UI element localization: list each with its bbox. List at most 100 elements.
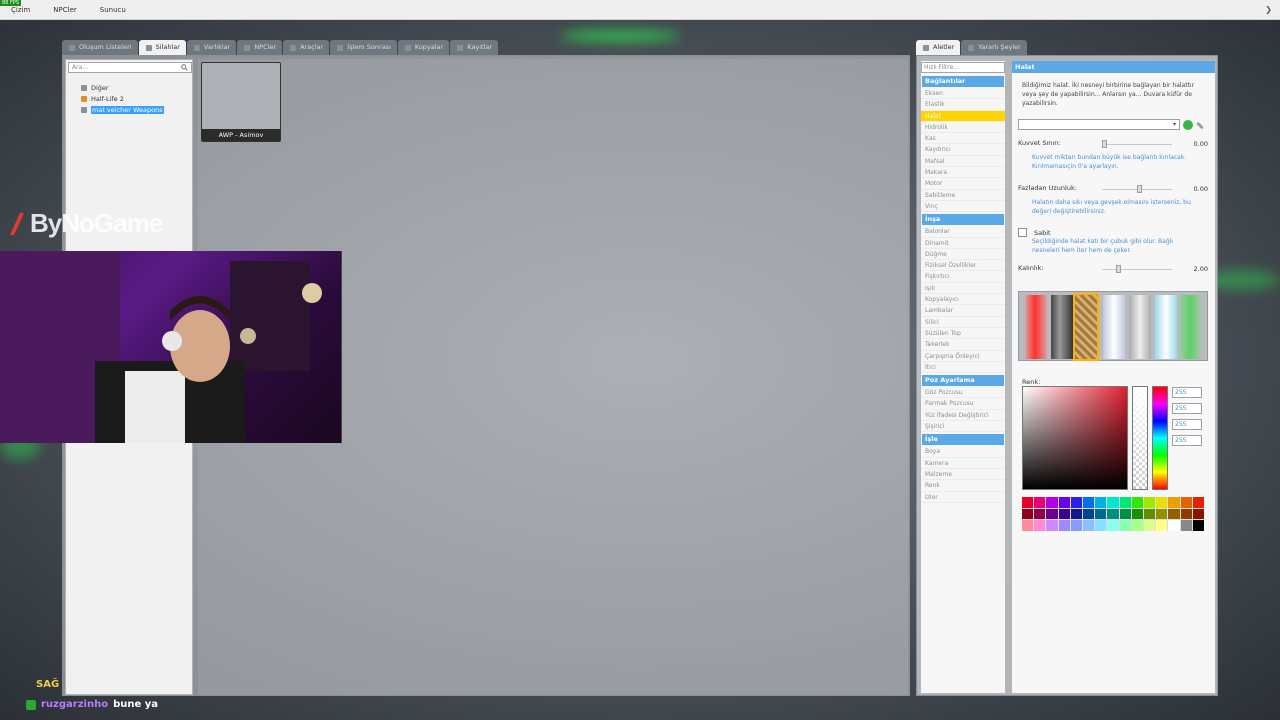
width-slider[interactable]: Kalınlık: 2.00 [1018,264,1208,274]
color-swatch[interactable] [1119,508,1131,520]
tool-item[interactable]: Elastik [921,99,1005,111]
color-swatch[interactable] [1180,520,1192,531]
menu-server[interactable]: Sunucu [100,6,126,14]
force-limit-value[interactable]: 0.00 [1194,140,1208,148]
spawn-tab-5[interactable]: İşlem Sonrası [330,40,397,55]
tree-item[interactable]: Half-Life 2 [80,93,164,104]
color-swatch[interactable] [1168,497,1180,508]
color-swatch[interactable] [1034,508,1046,520]
color-swatch[interactable] [1168,508,1180,520]
color-swatch[interactable] [1095,520,1107,531]
color-swatch[interactable] [1119,497,1131,508]
tool-filter-input[interactable]: Hızlı Filtre... [921,62,1005,73]
rope-material-smoke[interactable] [1129,295,1151,359]
alpha-bar[interactable] [1132,386,1148,490]
color-swatch[interactable] [1131,508,1143,520]
width-value[interactable]: 2.00 [1194,265,1208,273]
rope-material-cable[interactable] [1051,295,1073,359]
tool-item[interactable]: Işık [921,283,1005,295]
color-swatch[interactable] [1070,508,1082,520]
tool-tab-1[interactable]: Yararlı Şeyler [961,40,1027,55]
tool-item[interactable]: Göz Pozcusu [921,387,1005,399]
tool-item[interactable]: Motor [921,178,1005,190]
color-swatch[interactable] [1180,508,1192,520]
color-swatch[interactable] [1082,497,1095,508]
tool-category-header[interactable]: İşle [922,434,1004,446]
force-limit-slider[interactable]: Kuvvet Sınırı: 0.00 [1018,139,1208,149]
extra-length-value[interactable]: 0.00 [1194,185,1208,193]
menu-npcs[interactable]: NPCler [53,6,76,14]
tool-item[interactable]: Sabitleme [921,190,1005,201]
color-swatch[interactable] [1192,508,1204,520]
color-swatch[interactable] [1058,520,1070,531]
tool-item[interactable]: Boya [921,446,1005,458]
color-swatch[interactable] [1156,497,1168,508]
tool-item[interactable]: Eksen [921,88,1005,100]
color-swatch[interactable] [1180,497,1192,508]
spawn-tab-4[interactable]: Araçlar [283,40,330,55]
rope-material-electric[interactable] [1103,295,1125,359]
color-swatch[interactable] [1168,520,1180,531]
tree-item[interactable]: Diğer [80,82,164,93]
tool-tab-0[interactable]: Aletler [916,40,961,55]
tool-item[interactable]: Mafsal [921,156,1005,168]
tool-category-header[interactable]: İnşa [922,214,1004,226]
spawn-tab-2[interactable]: Varlıklar [186,40,237,55]
color-swatch[interactable] [1143,497,1156,508]
extra-length-slider[interactable]: Fazladan Uzunluk: 0.00 [1018,184,1208,194]
spawn-tab-1[interactable]: Silahlar [138,40,186,55]
color-swatch[interactable] [1119,520,1131,531]
tool-item[interactable]: Malzeme [921,469,1005,481]
hue-bar[interactable] [1152,386,1168,490]
green-value-field[interactable]: 255 [1172,403,1202,414]
tool-item[interactable]: Fişkırtıcı [921,271,1005,283]
tool-item[interactable]: Süzülen Top [921,328,1005,340]
color-swatch[interactable] [1131,520,1143,531]
color-swatch[interactable] [1095,497,1107,508]
color-swatch[interactable] [1070,497,1082,508]
tool-item[interactable]: Makara [921,167,1005,179]
menu-draw[interactable]: Çizim [11,6,30,14]
color-swatch[interactable] [1070,520,1082,531]
color-swatch[interactable] [1022,508,1034,520]
tool-item[interactable]: Yüz İfadesi Değiştirici [921,410,1005,422]
rigid-checkbox[interactable] [1018,228,1027,237]
spawn-tab-7[interactable]: Kayıtlar [450,40,499,55]
menu-overflow-icon[interactable]: ❯ [1265,5,1272,14]
tool-category-header[interactable]: Poz Ayarlama [922,375,1004,387]
color-swatch[interactable] [1022,497,1034,508]
color-swatch[interactable] [1022,520,1034,531]
red-value-field[interactable]: 255 [1172,387,1202,398]
tool-item[interactable]: Parmak Pozcusu [921,398,1005,410]
color-swatch[interactable] [1034,520,1046,531]
color-swatch[interactable] [1192,520,1204,531]
tool-item[interactable]: Kopyalayıcı [921,294,1005,306]
search-icon[interactable] [181,64,188,71]
color-swatch[interactable] [1107,497,1119,508]
color-swatch[interactable] [1046,508,1058,520]
color-swatch[interactable] [1046,497,1058,508]
tool-item[interactable]: Kaydırıcı [921,144,1005,156]
tool-item[interactable]: İzler [921,492,1005,503]
rope-material-laser[interactable] [1155,295,1177,359]
color-swatch[interactable] [1107,508,1119,520]
tool-item[interactable]: Çarpışma Önleyici [921,351,1005,362]
color-swatch[interactable] [1156,520,1168,531]
color-swatch[interactable] [1082,520,1095,531]
color-swatch[interactable] [1082,508,1095,520]
tool-item[interactable]: Lambalar [921,305,1005,317]
slider-knob[interactable] [1137,185,1142,193]
blue-value-field[interactable]: 255 [1172,419,1202,430]
color-swatch[interactable] [1058,508,1070,520]
color-swatch[interactable] [1143,508,1156,520]
tool-item[interactable]: Hidrolik [921,122,1005,134]
tool-item[interactable]: Halat [921,110,1005,122]
spawn-tab-0[interactable]: Oluşum Listeleri [62,40,138,55]
color-swatch[interactable] [1058,497,1070,508]
alpha-value-field[interactable]: 255 [1172,435,1202,446]
tool-item[interactable]: Silici [921,317,1005,328]
tool-item[interactable]: Şişirici [921,421,1005,433]
slider-knob[interactable] [1116,265,1121,273]
spawn-tab-3[interactable]: NPCler [237,40,283,55]
weapon-spawn-icon[interactable]: AWP - Asimov [201,62,281,142]
